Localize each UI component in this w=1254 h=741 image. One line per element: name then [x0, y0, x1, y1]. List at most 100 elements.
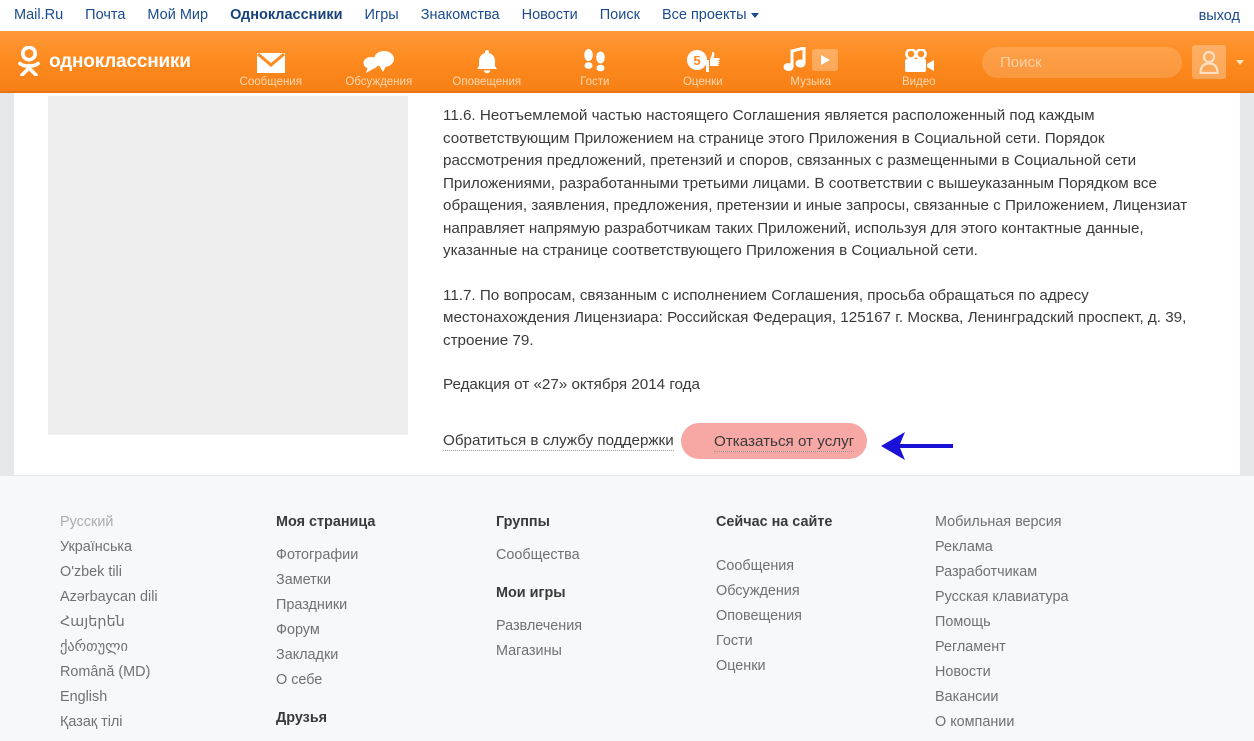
footer-link-help[interactable]: Помощь	[935, 610, 1135, 635]
nav-label-discussions: Обсуждения	[345, 75, 413, 88]
ok-header: одноклассники Сообщения Обсуждения Опове…	[0, 31, 1254, 93]
footer-column-online-now: Сейчас на сайте Сообщения Обсуждения Опо…	[716, 510, 935, 741]
chevron-down-icon	[750, 12, 759, 18]
nav-label-guests: Гости	[580, 75, 610, 88]
footer-heading-friends: Друзья	[276, 710, 328, 726]
footprints-icon	[582, 46, 608, 74]
mailru-link-moy-mir[interactable]: Мой Мир	[147, 8, 208, 23]
language-link-uzbek[interactable]: O'zbek tili	[60, 560, 276, 585]
language-link-ukrainian[interactable]: Українська	[60, 535, 276, 560]
footer-link-photos[interactable]: Фотографии	[276, 543, 496, 568]
language-link-kazakh[interactable]: Қазақ тілі	[60, 710, 276, 735]
nav-label-video: Видео	[901, 75, 936, 88]
nav-item-discussions[interactable]: Обсуждения	[325, 31, 433, 93]
nav-item-ratings[interactable]: 5 Оценки	[649, 31, 757, 93]
agreement-article: 11.6. Неотъемлемой частью настоящего Сог…	[443, 96, 1208, 460]
footer-spacer	[716, 543, 935, 554]
footer-link-vacancies[interactable]: Вакансии	[935, 685, 1135, 710]
footer-column-languages: Русский Українська O'zbek tili Azərbayca…	[60, 510, 276, 741]
video-camera-icon	[903, 46, 935, 74]
footer-link-mobile-version[interactable]: Мобильная версия	[935, 510, 1135, 535]
logout-link[interactable]: выход	[1199, 8, 1240, 24]
envelope-icon	[256, 46, 286, 74]
footer-link-notes[interactable]: Заметки	[276, 568, 496, 593]
mailru-link-poisk[interactable]: Поиск	[600, 8, 640, 23]
ok-logo-icon	[18, 46, 40, 76]
paragraph-11-7: 11.7. По вопросам, связанным с исполнени…	[443, 286, 1187, 349]
language-link-georgian[interactable]: ქართული	[60, 635, 276, 660]
site-footer: Русский Українська O'zbek tili Azərbayca…	[0, 475, 1254, 741]
search-box[interactable]	[982, 46, 1201, 78]
rating-badge-number: 5	[693, 53, 700, 68]
nav-label-music: Музыка	[790, 75, 832, 88]
language-link-romanian[interactable]: Română (MD)	[60, 660, 276, 685]
footer-link-russian-keyboard[interactable]: Русская клавиатура	[935, 585, 1135, 610]
nav-item-guests[interactable]: Гости	[541, 31, 649, 93]
nav-item-music[interactable]: Музыка	[757, 31, 865, 93]
ok-logo-text: одноклассники	[49, 50, 191, 72]
footer-link-about-me[interactable]: О себе	[276, 668, 496, 693]
footer-link-bookmarks[interactable]: Закладки	[276, 643, 496, 668]
footer-link-holidays[interactable]: Праздники	[276, 593, 496, 618]
mailru-link-odnoklassniki[interactable]: Одноклассники	[230, 8, 342, 23]
footer-link-advertising[interactable]: Реклама	[935, 535, 1135, 560]
mailru-link-all-projects[interactable]: Все проекты	[662, 8, 759, 23]
speech-bubbles-icon	[363, 46, 395, 74]
language-link-russian[interactable]: Русский	[60, 510, 276, 535]
nav-item-video[interactable]: Видео	[865, 31, 973, 93]
play-button-icon[interactable]	[812, 48, 839, 71]
user-avatar-icon[interactable]	[1192, 45, 1226, 79]
action-links: Обратиться в службу поддержки Отказаться…	[443, 422, 1208, 460]
header-nav: Сообщения Обсуждения Оповещения Гости 5 …	[217, 31, 973, 93]
language-link-azerbaijani[interactable]: Azərbaycan dili	[60, 585, 276, 610]
footer-link-news[interactable]: Новости	[935, 660, 1135, 685]
page-edge-right	[1240, 93, 1254, 475]
footer-link-messages[interactable]: Сообщения	[716, 554, 935, 579]
mailru-link-igry[interactable]: Игры	[365, 8, 399, 23]
mailru-link-znakomstva[interactable]: Знакомства	[421, 8, 500, 23]
footer-link-entertainment[interactable]: Развлечения	[496, 614, 716, 639]
footer-link-about-company[interactable]: О компании	[935, 710, 1135, 735]
search-input[interactable]	[998, 52, 1201, 72]
footer-link-communities[interactable]: Сообщества	[496, 543, 716, 568]
all-projects-label: Все проекты	[661, 7, 747, 24]
footer-heading-my-games: Мои игры	[496, 585, 566, 601]
language-link-armenian[interactable]: Հայերեն	[60, 610, 276, 635]
mailru-links: Mail.Ru Почта Мой Мир Одноклассники Игры…	[14, 8, 759, 23]
ok-logo[interactable]: одноклассники	[16, 46, 191, 76]
footer-link-developers[interactable]: Разработчикам	[935, 560, 1135, 585]
footer-link-ratings[interactable]: Оценки	[716, 654, 935, 679]
bell-icon	[475, 46, 499, 74]
footer-link-notifications[interactable]: Оповещения	[716, 604, 935, 629]
mailru-top-bar: Mail.Ru Почта Мой Мир Одноклассники Игры…	[0, 0, 1254, 31]
rating-thumbs-up-icon: 5	[686, 46, 720, 74]
footer-link-guests[interactable]: Гости	[716, 629, 935, 654]
footer-link-regulations[interactable]: Регламент	[935, 635, 1135, 660]
footer-link-shops[interactable]: Магазины	[496, 639, 716, 664]
music-note-icon	[783, 47, 806, 71]
footer-heading-groups: Группы	[496, 514, 550, 530]
mailru-link-mailru[interactable]: Mail.Ru	[14, 8, 63, 23]
paragraph-11-6: 11.6. Неотъемлемой частью настоящего Сог…	[443, 107, 1188, 259]
footer-column-services: Мобильная версия Реклама Разработчикам Р…	[935, 510, 1135, 741]
cancel-service-link[interactable]: Отказаться от услуг	[714, 432, 855, 452]
page-edge-left	[0, 93, 14, 475]
nav-item-messages[interactable]: Сообщения	[217, 31, 325, 93]
footer-link-forum[interactable]: Форум	[276, 618, 496, 643]
nav-item-notifications[interactable]: Оповещения	[433, 31, 541, 93]
language-link-english[interactable]: English	[60, 685, 276, 710]
page-body: 11.6. Неотъемлемой частью настоящего Сог…	[0, 93, 1254, 475]
nav-label-ratings: Оценки	[682, 75, 723, 88]
support-link[interactable]: Обратиться в службу поддержки	[443, 431, 674, 451]
left-sidebar-placeholder	[48, 96, 408, 435]
mailru-link-pochta[interactable]: Почта	[85, 8, 125, 23]
mailru-link-novosti[interactable]: Новости	[522, 8, 578, 23]
revision-date: Редакция от «27» октября 2014 года	[443, 376, 700, 393]
footer-column-my-page: Моя страница Фотографии Заметки Праздник…	[276, 510, 496, 741]
footer-heading-online-now: Сейчас на сайте	[716, 514, 833, 530]
nav-label-messages: Сообщения	[239, 75, 302, 88]
footer-heading-my-page: Моя страница	[276, 514, 376, 530]
footer-link-discussions[interactable]: Обсуждения	[716, 579, 935, 604]
avatar-chevron-down-icon[interactable]	[1236, 59, 1244, 65]
header-right-tools	[982, 45, 1244, 79]
